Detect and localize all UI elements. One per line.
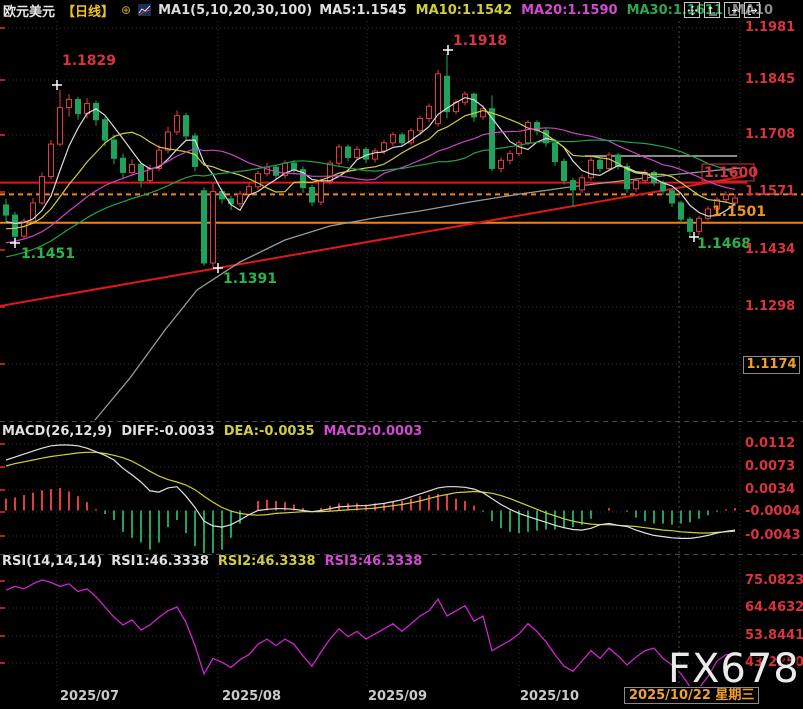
add-indicator-icon[interactable]: ⊕ [121, 3, 131, 17]
rsi-tick: 64.4632 [745, 600, 803, 615]
month-label: 2025/08 [222, 689, 281, 704]
ma-legend-item: MA10:1.1542 [416, 3, 512, 18]
y-axis-zoom-icon[interactable] [704, 2, 720, 18]
svg-text:1.1501: 1.1501 [712, 204, 766, 220]
price-tick: 1.1845 [745, 72, 795, 87]
chart-canvas[interactable]: 1.1829 1.1918 1.1451 1.1391 1.1468 1.1600 1.15… [0, 0, 803, 709]
macd-macd-value: MACD:0.0003 [324, 424, 423, 439]
price-tick: 1.1298 [745, 299, 795, 314]
month-label: 2025/10 [520, 689, 579, 704]
rsi-line [6, 580, 735, 688]
macd-tick: 0.0073 [745, 459, 795, 474]
chart-toolbar [684, 2, 760, 18]
price-tick: 1.1571 [745, 184, 795, 199]
macd-dea-value: DEA:-0.0035 [224, 424, 315, 439]
price-tick: 1.1708 [745, 127, 795, 142]
month-label: 2025/07 [60, 689, 119, 704]
symbol-title: 欧元美元 [3, 1, 55, 20]
rsi-layer [6, 580, 735, 688]
chart-type-icon[interactable] [138, 4, 151, 16]
macd-diff-line [6, 445, 735, 538]
ma100-line [95, 168, 740, 420]
rsi-tick: 53.8441 [745, 628, 803, 643]
restore-view-icon[interactable] [744, 2, 760, 18]
svg-text:1.1451: 1.1451 [21, 246, 75, 262]
grid-layer [0, 21, 803, 706]
svg-text:1.1468: 1.1468 [697, 236, 751, 252]
trading-chart-window: 1.1829 1.1918 1.1451 1.1391 1.1468 1.1600 1.15… [0, 0, 803, 709]
rsi-header: RSI(14,14,14) RSI1:46.3338 RSI2:46.3338 … [2, 554, 422, 569]
macd-tick: 0.0034 [745, 482, 795, 497]
macd-title[interactable]: MACD(26,12,9) [2, 424, 112, 439]
svg-text:1.1918: 1.1918 [453, 33, 507, 49]
month-label: 2025/09 [368, 689, 427, 704]
pan-tool-icon[interactable] [684, 2, 700, 18]
period-label[interactable]: 【日线】 [62, 1, 114, 20]
rsi2-value: RSI2:46.3338 [218, 554, 316, 569]
macd-layer [6, 445, 735, 553]
macd-tick: 0.0112 [745, 436, 795, 451]
svg-text:1.1829: 1.1829 [62, 53, 116, 69]
rsi1-value: RSI1:46.3338 [111, 554, 209, 569]
macd-header: MACD(26,12,9) DIFF:-0.0033 DEA:-0.0035 M… [2, 424, 422, 439]
header-bar: 欧元美元 【日线】 ⊕ MA1(5,10,20,30,100) MA5:1.15… [0, 0, 803, 20]
candles-layer [4, 54, 738, 268]
macd-diff-value: DIFF:-0.0033 [121, 424, 214, 439]
rsi3-value: RSI3:46.3338 [325, 554, 423, 569]
watermark: FX678 [668, 646, 800, 692]
x-axis-zoom-icon[interactable] [724, 2, 740, 18]
price-tick: 1.1981 [745, 20, 795, 35]
rsi-tick: 75.0823 [745, 573, 803, 588]
macd-tick: -0.0004 [745, 504, 801, 519]
macd-dea-line [6, 452, 735, 533]
svg-text:1.1391: 1.1391 [223, 271, 277, 287]
ma-settings-label[interactable]: MA1(5,10,20,30,100) [158, 3, 312, 18]
crosshair-price-box: 1.1174 [743, 356, 800, 374]
ma-legend-item: MA5:1.1545 [319, 3, 406, 18]
price-tick: 1.1434 [745, 242, 795, 257]
rsi-title[interactable]: RSI(14,14,14) [2, 554, 102, 569]
svg-text:1.1600: 1.1600 [704, 165, 758, 181]
macd-tick: -0.0043 [745, 528, 801, 543]
ma-legend-item: MA20:1.1590 [521, 3, 617, 18]
